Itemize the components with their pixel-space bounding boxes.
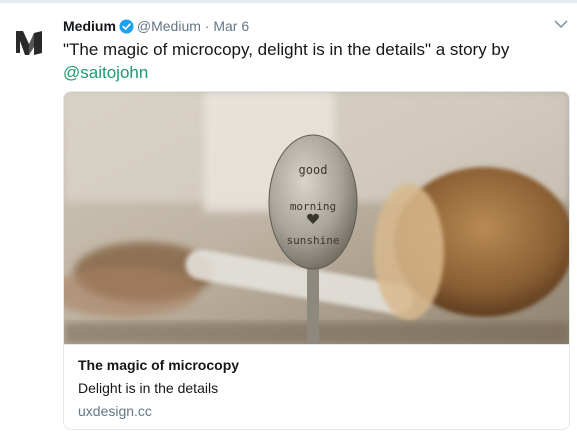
mention-link[interactable]: @saitojohn (63, 63, 148, 82)
medium-logo-icon[interactable] (14, 27, 44, 57)
card-body[interactable]: The magic of microcopy Delight is in the… (64, 344, 569, 429)
card-description: Delight is in the details (78, 380, 219, 396)
card-title[interactable]: The magic of microcopy (78, 357, 239, 373)
tweet-text-body: "The magic of microcopy, delight is in t… (63, 40, 510, 59)
tweet-text: "The magic of microcopy, delight is in t… (63, 38, 563, 84)
spoon-text-morning: morning (290, 200, 336, 213)
card-domain[interactable]: uxdesign.cc (78, 403, 152, 419)
header-separator: · (204, 18, 210, 34)
verified-badge-icon (119, 19, 134, 38)
tweet-header: Medium @Medium · Mar 6 (63, 17, 249, 38)
author-handle[interactable]: @Medium (137, 18, 201, 34)
tweet-date[interactable]: Mar 6 (213, 18, 249, 34)
chevron-down-icon[interactable] (552, 17, 570, 31)
card-image[interactable]: good morning sunshine (64, 92, 569, 344)
link-card[interactable]: good morning sunshine The magic of micro… (63, 91, 570, 430)
author-name[interactable]: Medium (63, 18, 116, 34)
spoon-text-good: good (299, 163, 328, 177)
spoon-text-sunshine: sunshine (287, 234, 340, 247)
top-divider (0, 0, 577, 3)
